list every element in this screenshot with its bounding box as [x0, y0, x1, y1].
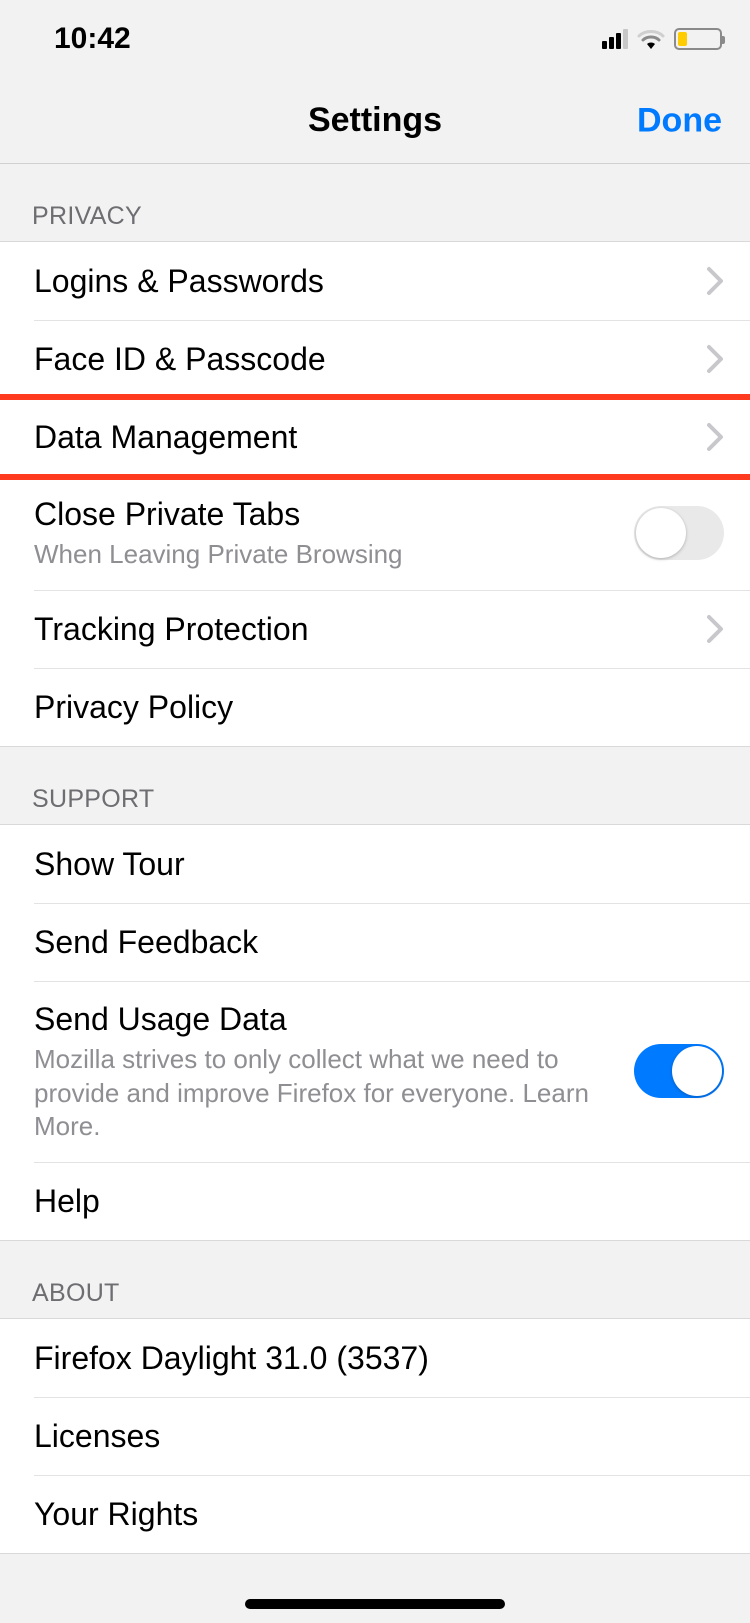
row-send-usage-data[interactable]: Send Usage Data Mozilla strives to only …: [0, 981, 750, 1162]
row-label: Send Usage Data: [34, 999, 614, 1039]
row-logins-passwords[interactable]: Logins & Passwords: [0, 242, 750, 320]
row-label: Privacy Policy: [34, 687, 704, 727]
chevron-right-icon: [706, 266, 724, 296]
row-label: Show Tour: [34, 844, 704, 884]
row-label: Firefox Daylight 31.0 (3537): [34, 1338, 704, 1378]
status-icons: [602, 28, 722, 50]
page-title: Settings: [308, 101, 442, 140]
toggle-send-usage-data[interactable]: [634, 1044, 724, 1098]
row-sublabel: Mozilla strives to only collect what we …: [34, 1043, 614, 1144]
row-privacy-policy[interactable]: Privacy Policy: [0, 668, 750, 746]
status-time: 10:42: [54, 22, 131, 56]
section-header-support: Support: [0, 747, 750, 824]
row-sublabel: When Leaving Private Browsing: [34, 538, 614, 572]
section-header-about: About: [0, 1241, 750, 1318]
list-group-privacy: Logins & Passwords Face ID & Passcode Da…: [0, 241, 750, 747]
row-label: Close Private Tabs: [34, 494, 614, 534]
row-label: Help: [34, 1181, 704, 1221]
home-indicator: [245, 1599, 505, 1609]
row-your-rights[interactable]: Your Rights: [0, 1475, 750, 1553]
chevron-right-icon: [706, 422, 724, 452]
list-group-support: Show Tour Send Feedback Send Usage Data …: [0, 824, 750, 1241]
row-label: Your Rights: [34, 1494, 704, 1534]
row-label: Data Management: [34, 417, 686, 457]
done-button[interactable]: Done: [637, 101, 722, 140]
row-label: Logins & Passwords: [34, 261, 686, 301]
row-label: Send Feedback: [34, 922, 704, 962]
list-group-about: Firefox Daylight 31.0 (3537) Licenses Yo…: [0, 1318, 750, 1554]
row-data-management[interactable]: Data Management: [0, 398, 750, 476]
row-send-feedback[interactable]: Send Feedback: [0, 903, 750, 981]
row-label: Licenses: [34, 1416, 704, 1456]
nav-bar: Settings Done: [0, 78, 750, 164]
row-label: Tracking Protection: [34, 609, 686, 649]
toggle-close-private-tabs[interactable]: [634, 506, 724, 560]
chevron-right-icon: [706, 614, 724, 644]
row-licenses[interactable]: Licenses: [0, 1397, 750, 1475]
chevron-right-icon: [706, 344, 724, 374]
cellular-signal-icon: [602, 29, 628, 49]
row-tracking-protection[interactable]: Tracking Protection: [0, 590, 750, 668]
status-bar: 10:42: [0, 0, 750, 78]
row-version[interactable]: Firefox Daylight 31.0 (3537): [0, 1319, 750, 1397]
battery-icon: [674, 28, 722, 50]
row-close-private-tabs[interactable]: Close Private Tabs When Leaving Private …: [0, 476, 750, 590]
section-header-privacy: Privacy: [0, 164, 750, 241]
row-help[interactable]: Help: [0, 1162, 750, 1240]
row-label: Face ID & Passcode: [34, 339, 686, 379]
wifi-icon: [636, 28, 666, 50]
row-show-tour[interactable]: Show Tour: [0, 825, 750, 903]
row-faceid-passcode[interactable]: Face ID & Passcode: [0, 320, 750, 398]
